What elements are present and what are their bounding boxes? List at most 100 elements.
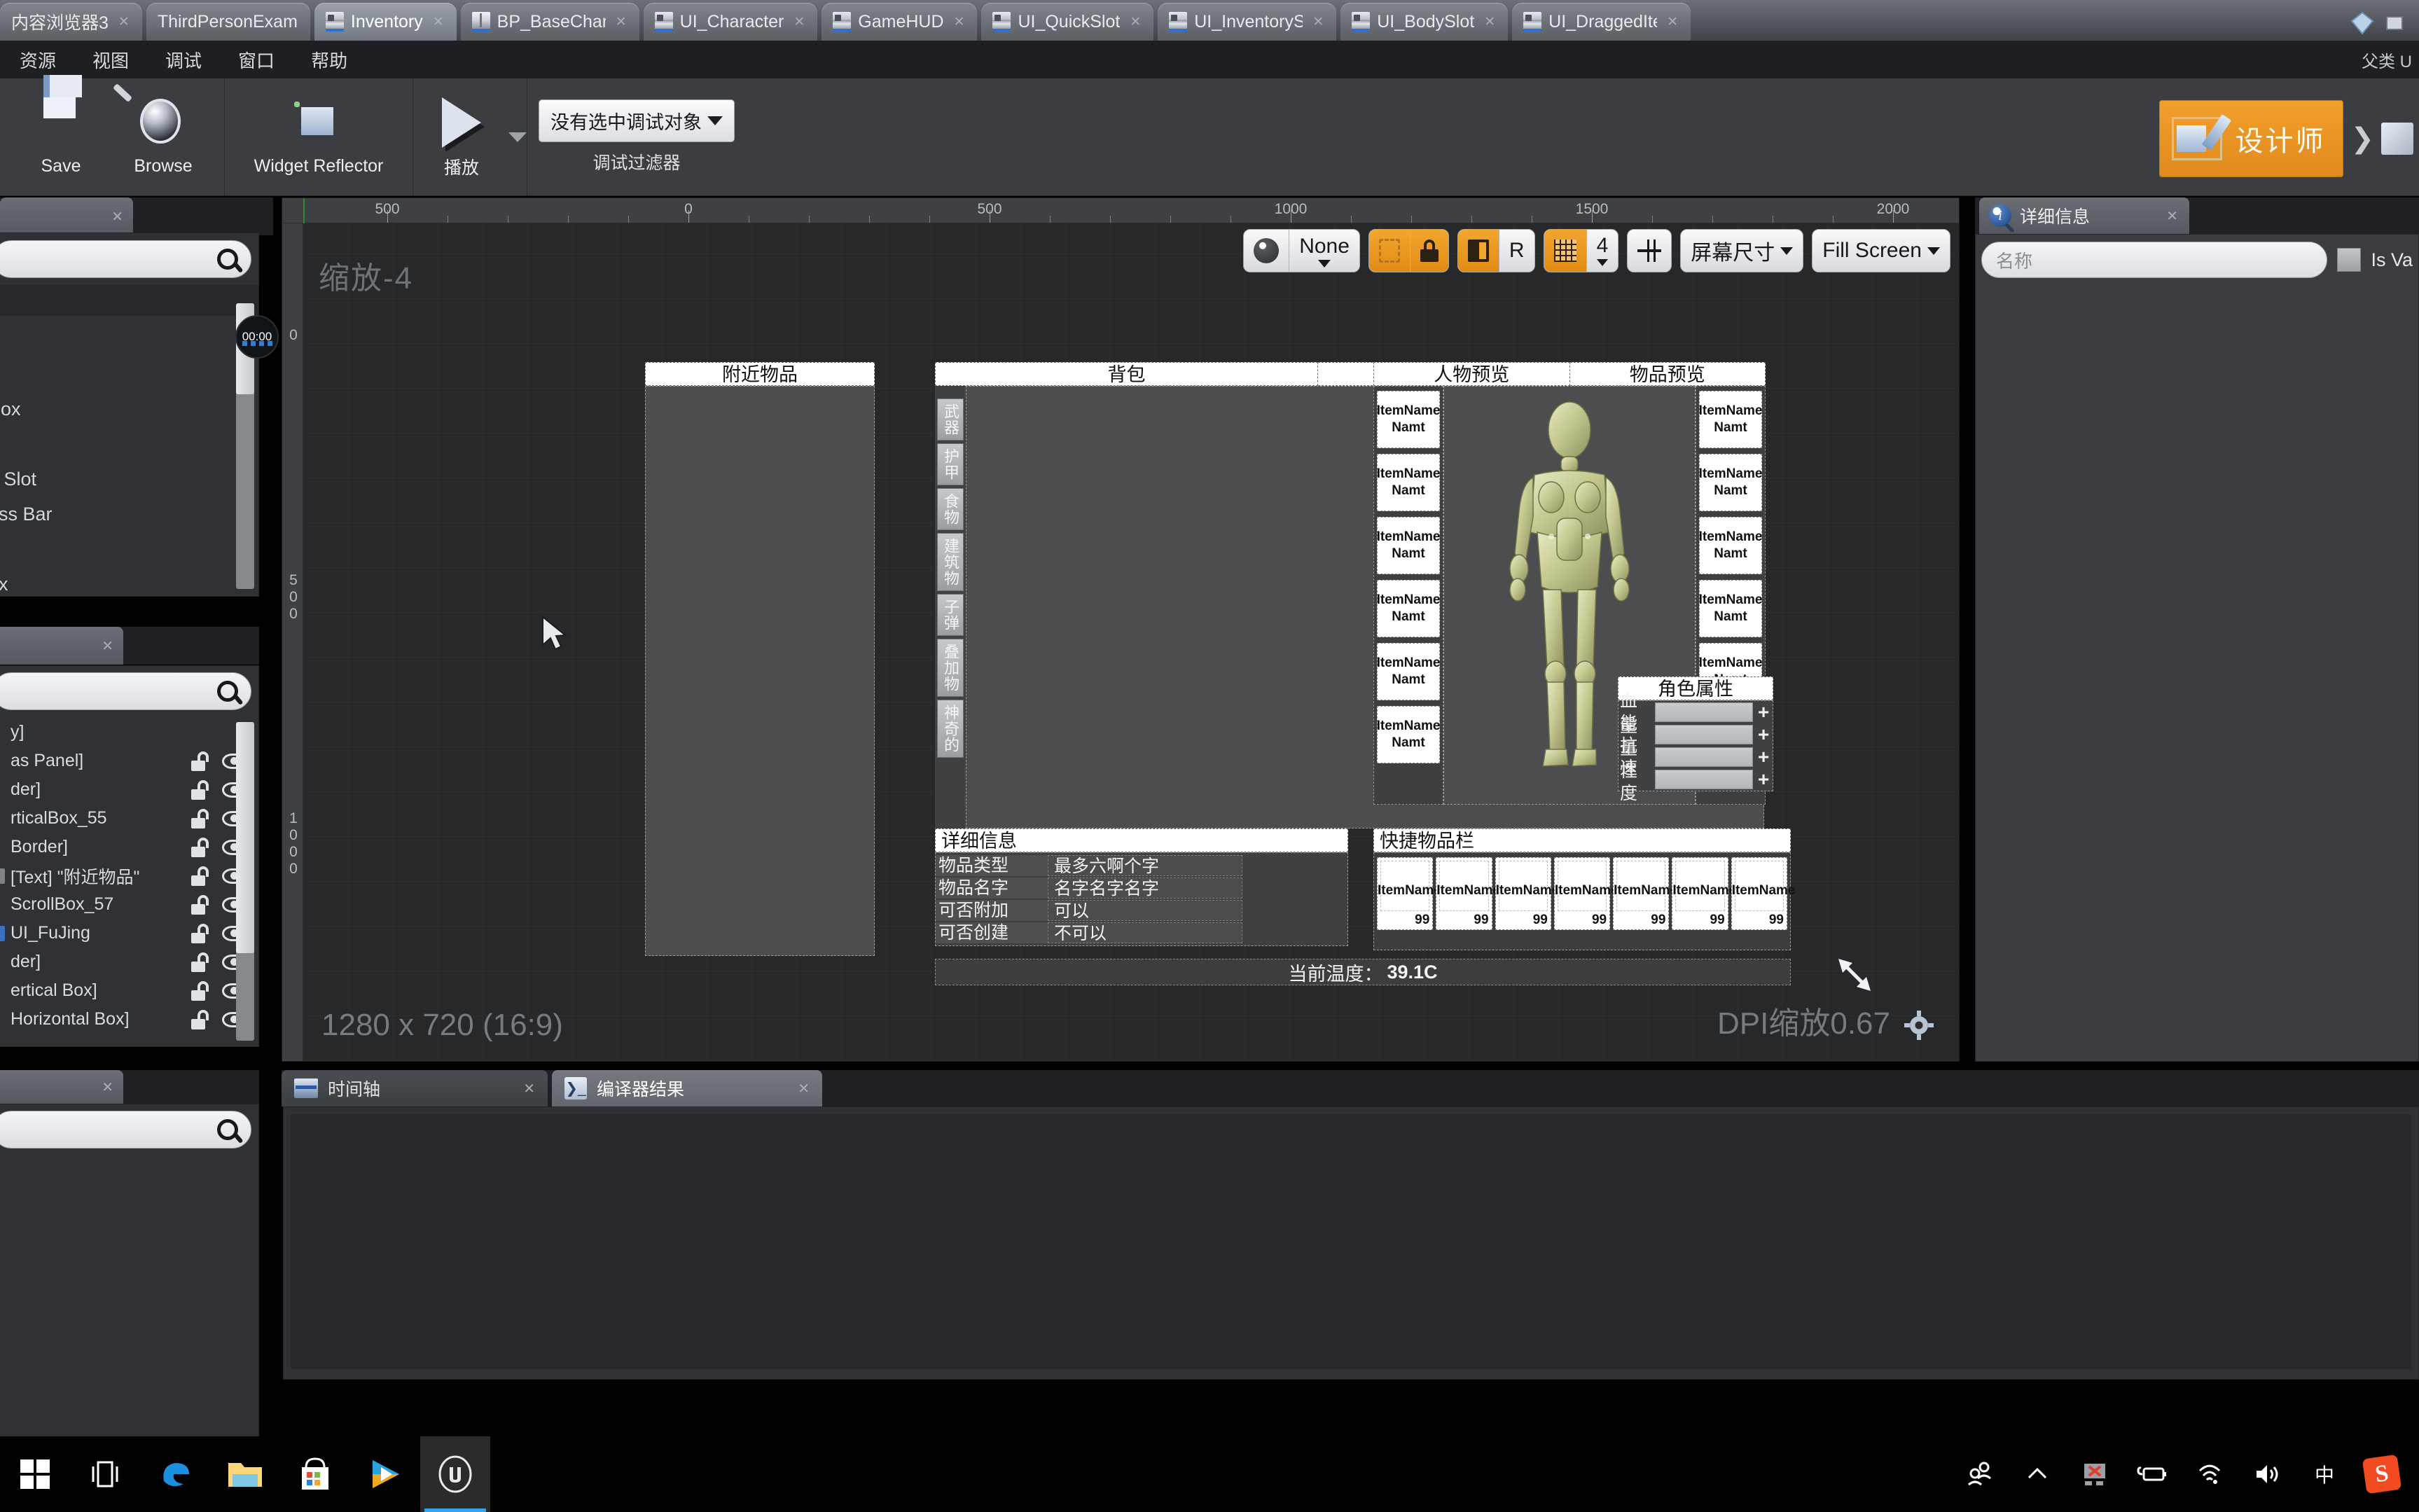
- body-slot[interactable]: ItemNameNamt: [1377, 643, 1440, 700]
- respect-locks-button[interactable]: R: [1498, 230, 1534, 272]
- list-item[interactable]: Horizontal Box]: [0, 1005, 258, 1034]
- list-item[interactable]: ertical Box]: [0, 976, 258, 1005]
- tab-ui-bodyslot[interactable]: UI_BodySlot ✕: [1340, 3, 1509, 41]
- quick-slot[interactable]: ItemName 99: [1436, 857, 1500, 930]
- body-slot[interactable]: ItemNameNamt: [1377, 706, 1440, 763]
- menu-item-view[interactable]: 视图: [92, 47, 129, 73]
- list-item[interactable]: der]: [0, 775, 258, 804]
- list-item[interactable]: [Size Box]: [0, 1034, 258, 1038]
- quick-slot[interactable]: ItemName 99: [1377, 857, 1441, 930]
- tab-timeline[interactable]: 时间轴 ✕: [282, 1070, 548, 1107]
- globe-button[interactable]: [1244, 230, 1289, 272]
- hierarchy-search-input[interactable]: [0, 672, 251, 710]
- network-error-icon[interactable]: [2066, 1436, 2123, 1512]
- lock-icon[interactable]: [190, 837, 211, 857]
- close-icon[interactable]: ✕: [523, 1080, 535, 1097]
- lock-icon[interactable]: [190, 980, 211, 1001]
- window-restore-icon[interactable]: [2384, 11, 2408, 35]
- close-icon[interactable]: ✕: [118, 14, 130, 30]
- attribute-increase-button[interactable]: +: [1756, 768, 1771, 791]
- play-button[interactable]: 播放: [423, 85, 500, 190]
- viewport-canvas[interactable]: 缩放-4 附近物品 背包 制作 武器: [303, 223, 1959, 1061]
- hierarchy-tab[interactable]: ✕: [0, 627, 123, 665]
- palette-item[interactable]: n: [0, 356, 258, 391]
- widget-visibility-button[interactable]: [1457, 230, 1499, 272]
- close-icon[interactable]: ✕: [102, 1078, 113, 1096]
- tab-ui-draggeditem[interactable]: UI_DraggedItem ✕: [1512, 3, 1691, 41]
- list-item[interactable]: der]: [0, 948, 258, 976]
- start-icon[interactable]: [0, 1436, 70, 1512]
- close-icon[interactable]: ✕: [954, 14, 965, 30]
- tab-gamehud[interactable]: GameHUD ✕: [822, 3, 978, 41]
- palette-search-input[interactable]: [0, 240, 251, 278]
- play-options-chevron-down-icon[interactable]: [508, 132, 527, 142]
- close-icon[interactable]: ✕: [1484, 14, 1495, 30]
- tab-ui-quickslot[interactable]: UI_QuickSlot ✕: [981, 3, 1154, 41]
- palette-item[interactable]: [0, 532, 258, 567]
- tab-bp-basecharacter[interactable]: BP_BaseCharac ✕: [460, 3, 639, 41]
- close-icon[interactable]: ✕: [111, 208, 123, 226]
- palette-item[interactable]: [0, 426, 258, 462]
- quick-slot[interactable]: ItemName 99: [1553, 857, 1619, 930]
- ime-chinese-icon[interactable]: 中: [2296, 1436, 2353, 1512]
- close-icon[interactable]: ✕: [798, 1080, 810, 1097]
- menu-item-debug[interactable]: 调试: [165, 47, 202, 73]
- close-icon[interactable]: ✕: [616, 14, 627, 30]
- hierarchy-scrollbar[interactable]: [236, 722, 254, 1041]
- microsoft-store-icon[interactable]: [280, 1436, 350, 1512]
- body-slot[interactable]: ItemNameNamt: [1699, 580, 1762, 637]
- grid-snap-button[interactable]: [1544, 230, 1586, 272]
- lock-icon[interactable]: [190, 1009, 211, 1029]
- menu-item-help[interactable]: 帮助: [311, 47, 347, 73]
- quick-slot[interactable]: ItemName 99: [1613, 857, 1677, 930]
- list-item-text-nearby[interactable]: [Text] "附近物品": [0, 861, 258, 890]
- graph-mode-icon[interactable]: [2381, 123, 2413, 155]
- animations-tab[interactable]: ✕: [0, 1070, 123, 1104]
- list-item[interactable]: y]: [0, 718, 258, 747]
- body-slot[interactable]: ItemNameNamt: [1377, 454, 1440, 511]
- lock-toggle-button[interactable]: [1409, 230, 1448, 272]
- grid-size-select[interactable]: 4: [1586, 230, 1619, 272]
- list-item[interactable]: Border]: [0, 833, 258, 861]
- body-slot[interactable]: ItemNameNamt: [1377, 580, 1440, 637]
- designer-mode-button[interactable]: 设计师: [2159, 100, 2344, 177]
- unreal-diamond-icon[interactable]: [2350, 11, 2374, 35]
- unreal-engine-icon[interactable]: [420, 1436, 490, 1512]
- quick-slot[interactable]: ItemName 99: [1495, 857, 1559, 930]
- category-tab-magic[interactable]: 神奇的: [937, 700, 964, 758]
- lock-icon[interactable]: [190, 866, 211, 886]
- body-slot[interactable]: ItemNameNamt: [1377, 517, 1440, 574]
- resize-handle-icon[interactable]: [1834, 955, 1876, 997]
- close-icon[interactable]: ✕: [1130, 14, 1141, 30]
- body-slot[interactable]: ItemNameNamt: [1377, 391, 1440, 448]
- close-icon[interactable]: ✕: [1312, 14, 1324, 30]
- media-player-icon[interactable]: [350, 1436, 420, 1512]
- close-icon[interactable]: ✕: [102, 637, 113, 655]
- volume-icon[interactable]: [2238, 1436, 2296, 1512]
- attribute-increase-button[interactable]: +: [1756, 701, 1771, 723]
- file-explorer-icon[interactable]: [210, 1436, 280, 1512]
- gear-icon[interactable]: [1904, 1011, 1934, 1040]
- body-slot[interactable]: ItemNameNamt: [1699, 517, 1762, 574]
- list-item-ui-fujing[interactable]: UI_FuJing: [0, 919, 258, 948]
- fill-screen-select[interactable]: Fill Screen: [1812, 230, 1950, 272]
- category-tab-ammo[interactable]: 子弹: [937, 594, 964, 636]
- palette-item[interactable]: ox: [0, 567, 258, 602]
- palette-tab[interactable]: ✕: [0, 197, 133, 235]
- list-item[interactable]: rticalBox_55: [0, 804, 258, 833]
- attribute-increase-button[interactable]: +: [1756, 746, 1771, 768]
- body-slot[interactable]: ItemNameNamt: [1699, 391, 1762, 448]
- people-icon[interactable]: [1951, 1436, 2009, 1512]
- attribute-increase-button[interactable]: +: [1756, 723, 1771, 746]
- list-item[interactable]: as Panel]: [0, 747, 258, 775]
- scrollbar-thumb[interactable]: [236, 722, 254, 953]
- close-icon[interactable]: ✕: [433, 14, 444, 30]
- palette-item[interactable]: r: [0, 321, 258, 356]
- tab-compiler-results[interactable]: ❯_ 编译器结果 ✕: [552, 1070, 822, 1107]
- palette-item[interactable]: d Slot: [0, 462, 258, 497]
- lock-icon[interactable]: [190, 808, 211, 828]
- compiler-results-panel[interactable]: [283, 1107, 2419, 1380]
- tab-thirdpersonexample[interactable]: ThirdPersonExam: [146, 3, 310, 41]
- category-tab-building[interactable]: 建筑物: [937, 533, 964, 591]
- character-preview-viewport[interactable]: 角色属性 血量 + 能量 + 抗性 + 速度 +: [1443, 386, 1773, 805]
